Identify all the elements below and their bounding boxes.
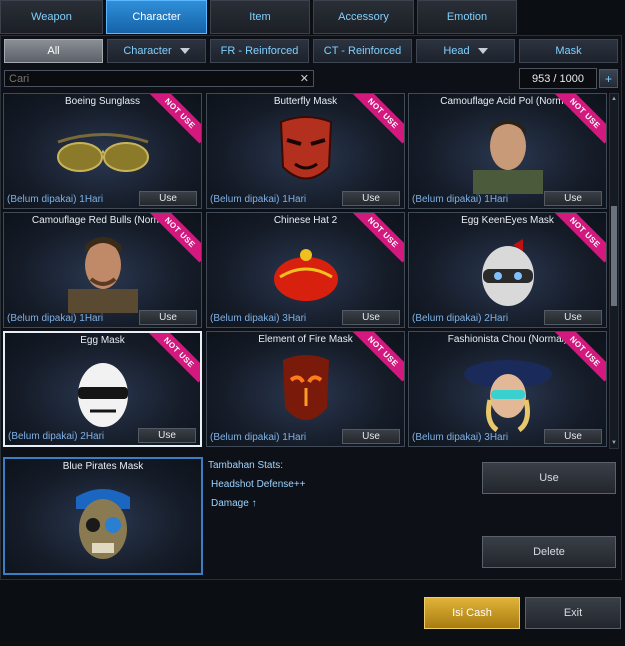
item-status: (Belum dipakai) 2Hari xyxy=(412,313,509,324)
delete-item-button[interactable]: Delete xyxy=(482,536,616,568)
item-grid: Boeing Sunglass NOT USE (Belum dipakai) … xyxy=(3,93,607,449)
use-item-button[interactable]: Use xyxy=(482,462,616,494)
inventory-count: 953 / 1000 xyxy=(519,68,597,89)
filter-character[interactable]: Character xyxy=(107,39,206,63)
item-card[interactable]: Egg Mask NOT USE (Belum dipakai) 2Hari U… xyxy=(3,331,202,447)
expand-inventory-button[interactable]: + xyxy=(599,69,618,88)
search-input[interactable] xyxy=(9,71,294,86)
use-button[interactable]: Use xyxy=(544,191,602,206)
item-card[interactable]: Fashionista Chou (Normal) NOT USE (Belum… xyxy=(408,331,607,447)
item-status: (Belum dipakai) 1Hari xyxy=(210,432,307,443)
filter-label: CT - Reinforced xyxy=(323,45,402,57)
soldier-portrait-icon xyxy=(468,112,548,199)
use-button[interactable]: Use xyxy=(544,310,602,325)
scrollbar-thumb[interactable] xyxy=(611,206,617,306)
item-card[interactable]: Boeing Sunglass NOT USE (Belum dipakai) … xyxy=(3,93,202,209)
tab-weapon[interactable]: Weapon xyxy=(0,0,103,34)
item-status: (Belum dipakai) 1Hari xyxy=(7,313,104,324)
selected-item-name: Blue Pirates Mask xyxy=(62,461,144,472)
item-status: (Belum dipakai) 1Hari xyxy=(7,194,104,205)
stats-title: Tambahan Stats: xyxy=(208,460,284,471)
skull-mask-icon xyxy=(68,479,138,576)
use-button[interactable]: Use xyxy=(342,310,400,325)
egg-mask-icon xyxy=(68,351,138,436)
scroll-down-icon[interactable]: ▼ xyxy=(611,439,617,447)
chevron-down-icon xyxy=(179,48,190,54)
scroll-up-icon[interactable]: ▲ xyxy=(611,95,617,103)
stat-line: Damage ↑ xyxy=(211,498,257,509)
item-status: (Belum dipakai) 1Hari xyxy=(210,194,307,205)
tab-item[interactable]: Item xyxy=(210,0,310,34)
topup-cash-button[interactable]: Isi Cash xyxy=(424,597,520,629)
search-box: ✕ xyxy=(4,70,314,87)
filter-all[interactable]: All xyxy=(4,39,103,63)
filter-label: Character xyxy=(123,45,172,57)
filter-ct-reinforced[interactable]: CT - Reinforced xyxy=(313,39,412,63)
item-card[interactable]: Camouflage Acid Pol (Normal) NOT USE (Be… xyxy=(408,93,607,209)
tab-character[interactable]: Character xyxy=(106,0,207,34)
item-card[interactable]: Butterfly Mask NOT USE (Belum dipakai) 1… xyxy=(206,93,405,209)
filter-head[interactable]: Head xyxy=(416,39,515,63)
item-status: (Belum dipakai) 3Hari xyxy=(412,432,509,443)
exit-button[interactable]: Exit xyxy=(525,597,621,629)
item-status: (Belum dipakai) 3Hari xyxy=(210,313,307,324)
item-stats: Tambahan Stats: Headshot Defense++ Damag… xyxy=(208,460,468,517)
filter-fr-reinforced[interactable]: FR - Reinforced xyxy=(210,39,309,63)
use-button[interactable]: Use xyxy=(138,428,196,443)
item-card[interactable]: Element of Fire Mask NOT USE (Belum dipa… xyxy=(206,331,405,447)
stat-line: Headshot Defense++ xyxy=(211,479,306,490)
filter-label: All xyxy=(47,45,60,57)
use-button[interactable]: Use xyxy=(544,429,602,444)
filter-label: FR - Reinforced xyxy=(220,45,299,57)
filter-label: Mask xyxy=(555,45,582,57)
soldier-portrait-icon xyxy=(63,231,143,318)
filter-label: Head xyxy=(443,45,470,57)
chinese-hat-icon xyxy=(266,231,346,316)
item-status: (Belum dipakai) 1Hari xyxy=(412,194,509,205)
fire-mask-icon xyxy=(271,350,341,437)
plus-icon: + xyxy=(604,71,612,86)
use-button[interactable]: Use xyxy=(139,310,197,325)
item-status: (Belum dipakai) 2Hari xyxy=(8,431,105,442)
category-tabs: Weapon Character Item Accessory Emotion xyxy=(0,0,625,36)
red-mask-icon xyxy=(271,112,341,197)
use-button[interactable]: Use xyxy=(342,429,400,444)
character-portrait-icon xyxy=(463,350,553,437)
item-card[interactable]: Camouflage Red Bulls (Normal) NOT USE (B… xyxy=(3,212,202,328)
item-card[interactable]: Chinese Hat 2 NOT USE (Belum dipakai) 3H… xyxy=(206,212,405,328)
item-card[interactable]: Egg KeenEyes Mask NOT USE (Belum dipakai… xyxy=(408,212,607,328)
egg-mask-icon xyxy=(473,231,543,316)
selected-item-preview: Blue Pirates Mask xyxy=(3,457,203,575)
chevron-down-icon xyxy=(477,48,488,54)
use-button[interactable]: Use xyxy=(342,191,400,206)
close-icon[interactable]: ✕ xyxy=(300,72,309,85)
item-grid-scrollbar[interactable]: ▲ ▼ xyxy=(609,93,619,449)
sunglasses-icon xyxy=(48,112,158,197)
tab-emotion[interactable]: Emotion xyxy=(417,0,517,34)
filter-mask[interactable]: Mask xyxy=(519,39,618,63)
use-button[interactable]: Use xyxy=(139,191,197,206)
tab-accessory[interactable]: Accessory xyxy=(313,0,414,34)
